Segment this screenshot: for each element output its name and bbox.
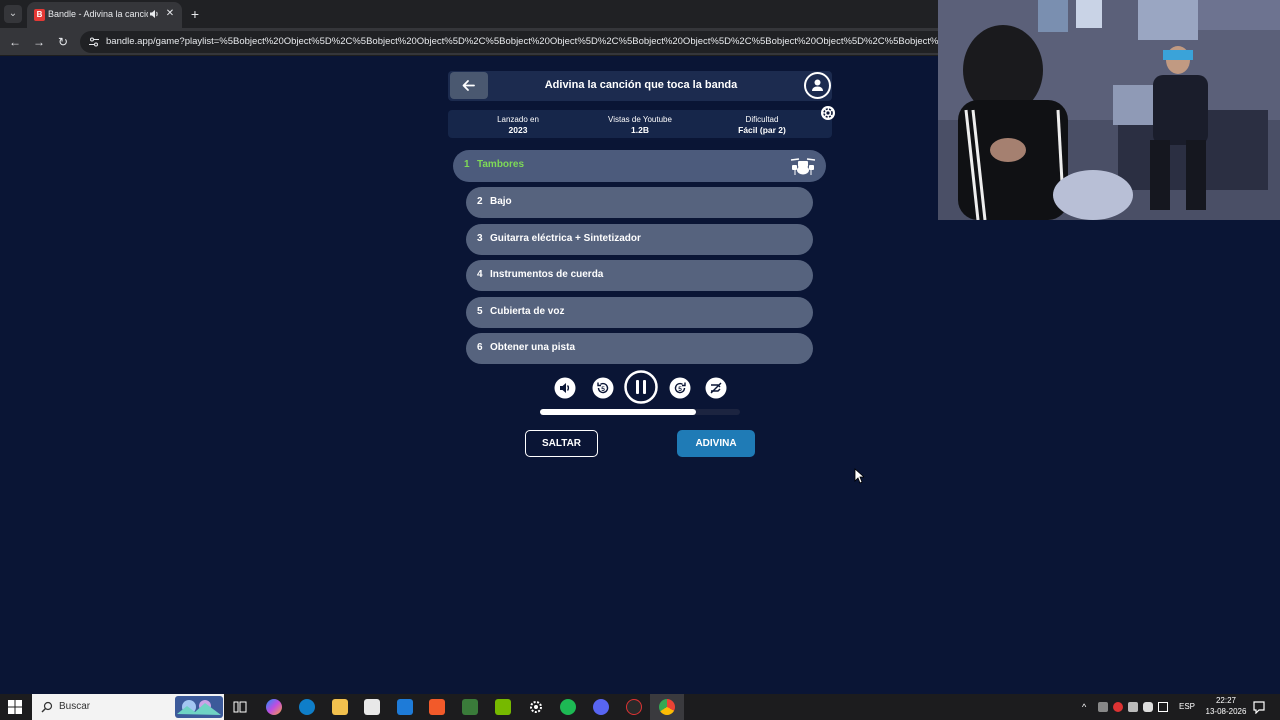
- brave-icon[interactable]: [429, 699, 445, 715]
- windows-taskbar: Buscar ^ ESP 22:27 13-08-2026: [0, 694, 1280, 720]
- forward-arrow-icon[interactable]: →: [31, 34, 47, 50]
- tray-app-icon[interactable]: [1098, 702, 1108, 712]
- skip-button[interactable]: SALTAR: [525, 430, 598, 457]
- released-value: 2023: [508, 125, 528, 135]
- pause-icon[interactable]: [624, 370, 658, 404]
- search-placeholder: Buscar: [59, 701, 91, 712]
- system-tray: ^ ESP 22:27 13-08-2026: [1080, 694, 1280, 720]
- playback-progress-bar[interactable]: [540, 409, 740, 415]
- store-icon[interactable]: [364, 699, 380, 715]
- url-text: bandle.app/game?playlist=%5Bobject%20Obj…: [106, 36, 966, 47]
- forward-seconds: 5: [678, 386, 682, 393]
- chrome-icon: [659, 699, 675, 715]
- clue-label: Obtener una pista: [490, 342, 576, 353]
- mouse-cursor-icon: [854, 468, 864, 484]
- forward-5-icon[interactable]: 5: [669, 377, 691, 399]
- clue-label: Tambores: [477, 159, 525, 170]
- discord-icon[interactable]: [593, 699, 609, 715]
- audio-controls: 5 5: [548, 369, 734, 407]
- address-bar[interactable]: bandle.app/game?playlist=%5Bobject%20Obj…: [80, 31, 980, 53]
- webcam-video: [938, 0, 1280, 220]
- tray-obs-icon[interactable]: [1113, 702, 1123, 712]
- settings-gear-icon[interactable]: [528, 699, 544, 715]
- clue-drums[interactable]: 1 Tambores: [453, 150, 826, 182]
- difficulty-info: Dificultad Fácil (par 2): [702, 115, 822, 135]
- released-label: Lanzado en: [497, 115, 539, 124]
- edge-icon[interactable]: [299, 699, 315, 715]
- reload-icon[interactable]: ↻: [55, 34, 71, 50]
- drum-kit-icon: [790, 158, 816, 175]
- bandle-favicon: B: [34, 9, 45, 21]
- search-highlight-image: [175, 696, 223, 718]
- task-view-icon[interactable]: [232, 699, 248, 715]
- gear-icon[interactable]: [820, 105, 836, 121]
- search-icon: [41, 701, 53, 713]
- taskbar-search[interactable]: Buscar: [32, 694, 224, 720]
- tab-title: Bandle - Adivina la canción: [48, 9, 148, 19]
- clue-label: Guitarra eléctrica + Sintetizador: [490, 233, 641, 244]
- released-info: Lanzado en 2023: [458, 115, 578, 135]
- nvidia-icon[interactable]: [495, 699, 511, 715]
- difficulty-value: Fácil (par 2): [738, 125, 786, 135]
- tab-search-button[interactable]: ⌄: [4, 5, 22, 23]
- clue-number: 5: [477, 306, 483, 317]
- chevron-up-icon[interactable]: ^: [1082, 702, 1092, 712]
- progress-fill: [540, 409, 696, 415]
- speaker-icon[interactable]: [148, 8, 160, 20]
- clue-bass[interactable]: 2 Bajo: [466, 187, 813, 218]
- song-info-bar: Lanzado en 2023 Vistas de Youtube 1.2B D…: [448, 110, 832, 138]
- rewind-5-icon[interactable]: 5: [592, 377, 614, 399]
- clue-hint[interactable]: 6 Obtener una pista: [466, 333, 813, 364]
- arrow-left-icon: [462, 80, 475, 91]
- page-title: Adivina la canción que toca la banda: [544, 79, 738, 91]
- spotify-icon[interactable]: [560, 699, 576, 715]
- browser-tab[interactable]: B Bandle - Adivina la canción ✕: [27, 2, 182, 28]
- difficulty-label: Dificultad: [745, 115, 779, 124]
- clue-number: 3: [477, 233, 483, 244]
- clue-vocals[interactable]: 5 Cubierta de voz: [466, 297, 813, 328]
- rewind-seconds: 5: [601, 386, 605, 393]
- views-label: Vistas de Youtube: [608, 115, 672, 124]
- clue-strings[interactable]: 4 Instrumentos de cuerda: [466, 260, 813, 291]
- network-icon[interactable]: [1158, 702, 1168, 712]
- clock-time[interactable]: 22:27: [1206, 696, 1246, 705]
- profile-button[interactable]: [804, 72, 831, 99]
- site-info-icon[interactable]: [88, 36, 100, 48]
- views-value: 1.2B: [631, 125, 649, 135]
- notification-icon[interactable]: [1252, 700, 1266, 714]
- game-header: Adivina la canción que toca la banda: [448, 71, 832, 101]
- copilot-icon[interactable]: [266, 699, 282, 715]
- minecraft-icon[interactable]: [462, 699, 478, 715]
- webcam-overlay: [938, 0, 1280, 220]
- back-arrow-icon[interactable]: ←: [7, 34, 23, 50]
- volume-icon[interactable]: [554, 377, 576, 399]
- close-tab-icon[interactable]: ✕: [164, 8, 176, 20]
- clue-guitar-synth[interactable]: 3 Guitarra eléctrica + Sintetizador: [466, 224, 813, 255]
- user-icon: [812, 79, 823, 91]
- new-tab-button[interactable]: +: [187, 6, 203, 22]
- windows-start-icon[interactable]: [8, 700, 22, 714]
- clue-number: 6: [477, 342, 483, 353]
- clue-label: Instrumentos de cuerda: [490, 269, 604, 280]
- mail-icon[interactable]: [397, 699, 413, 715]
- clue-number: 4: [477, 269, 483, 280]
- file-explorer-icon[interactable]: [332, 699, 348, 715]
- language-indicator[interactable]: ESP: [1179, 702, 1195, 711]
- guess-button[interactable]: ADIVINA: [677, 430, 755, 457]
- clock-date[interactable]: 13-08-2026: [1200, 707, 1252, 716]
- chrome-taskbar-item[interactable]: [650, 694, 684, 720]
- clue-number: 1: [464, 159, 470, 170]
- obs-icon[interactable]: [626, 699, 642, 715]
- shuffle-off-icon[interactable]: [705, 377, 727, 399]
- views-info: Vistas de Youtube 1.2B: [580, 115, 700, 135]
- clue-label: Bajo: [490, 196, 512, 207]
- clue-number: 2: [477, 196, 483, 207]
- back-button[interactable]: [450, 72, 488, 99]
- tray-bluetooth-icon[interactable]: [1128, 702, 1138, 712]
- microphone-icon[interactable]: [1143, 702, 1153, 712]
- clue-label: Cubierta de voz: [490, 306, 565, 317]
